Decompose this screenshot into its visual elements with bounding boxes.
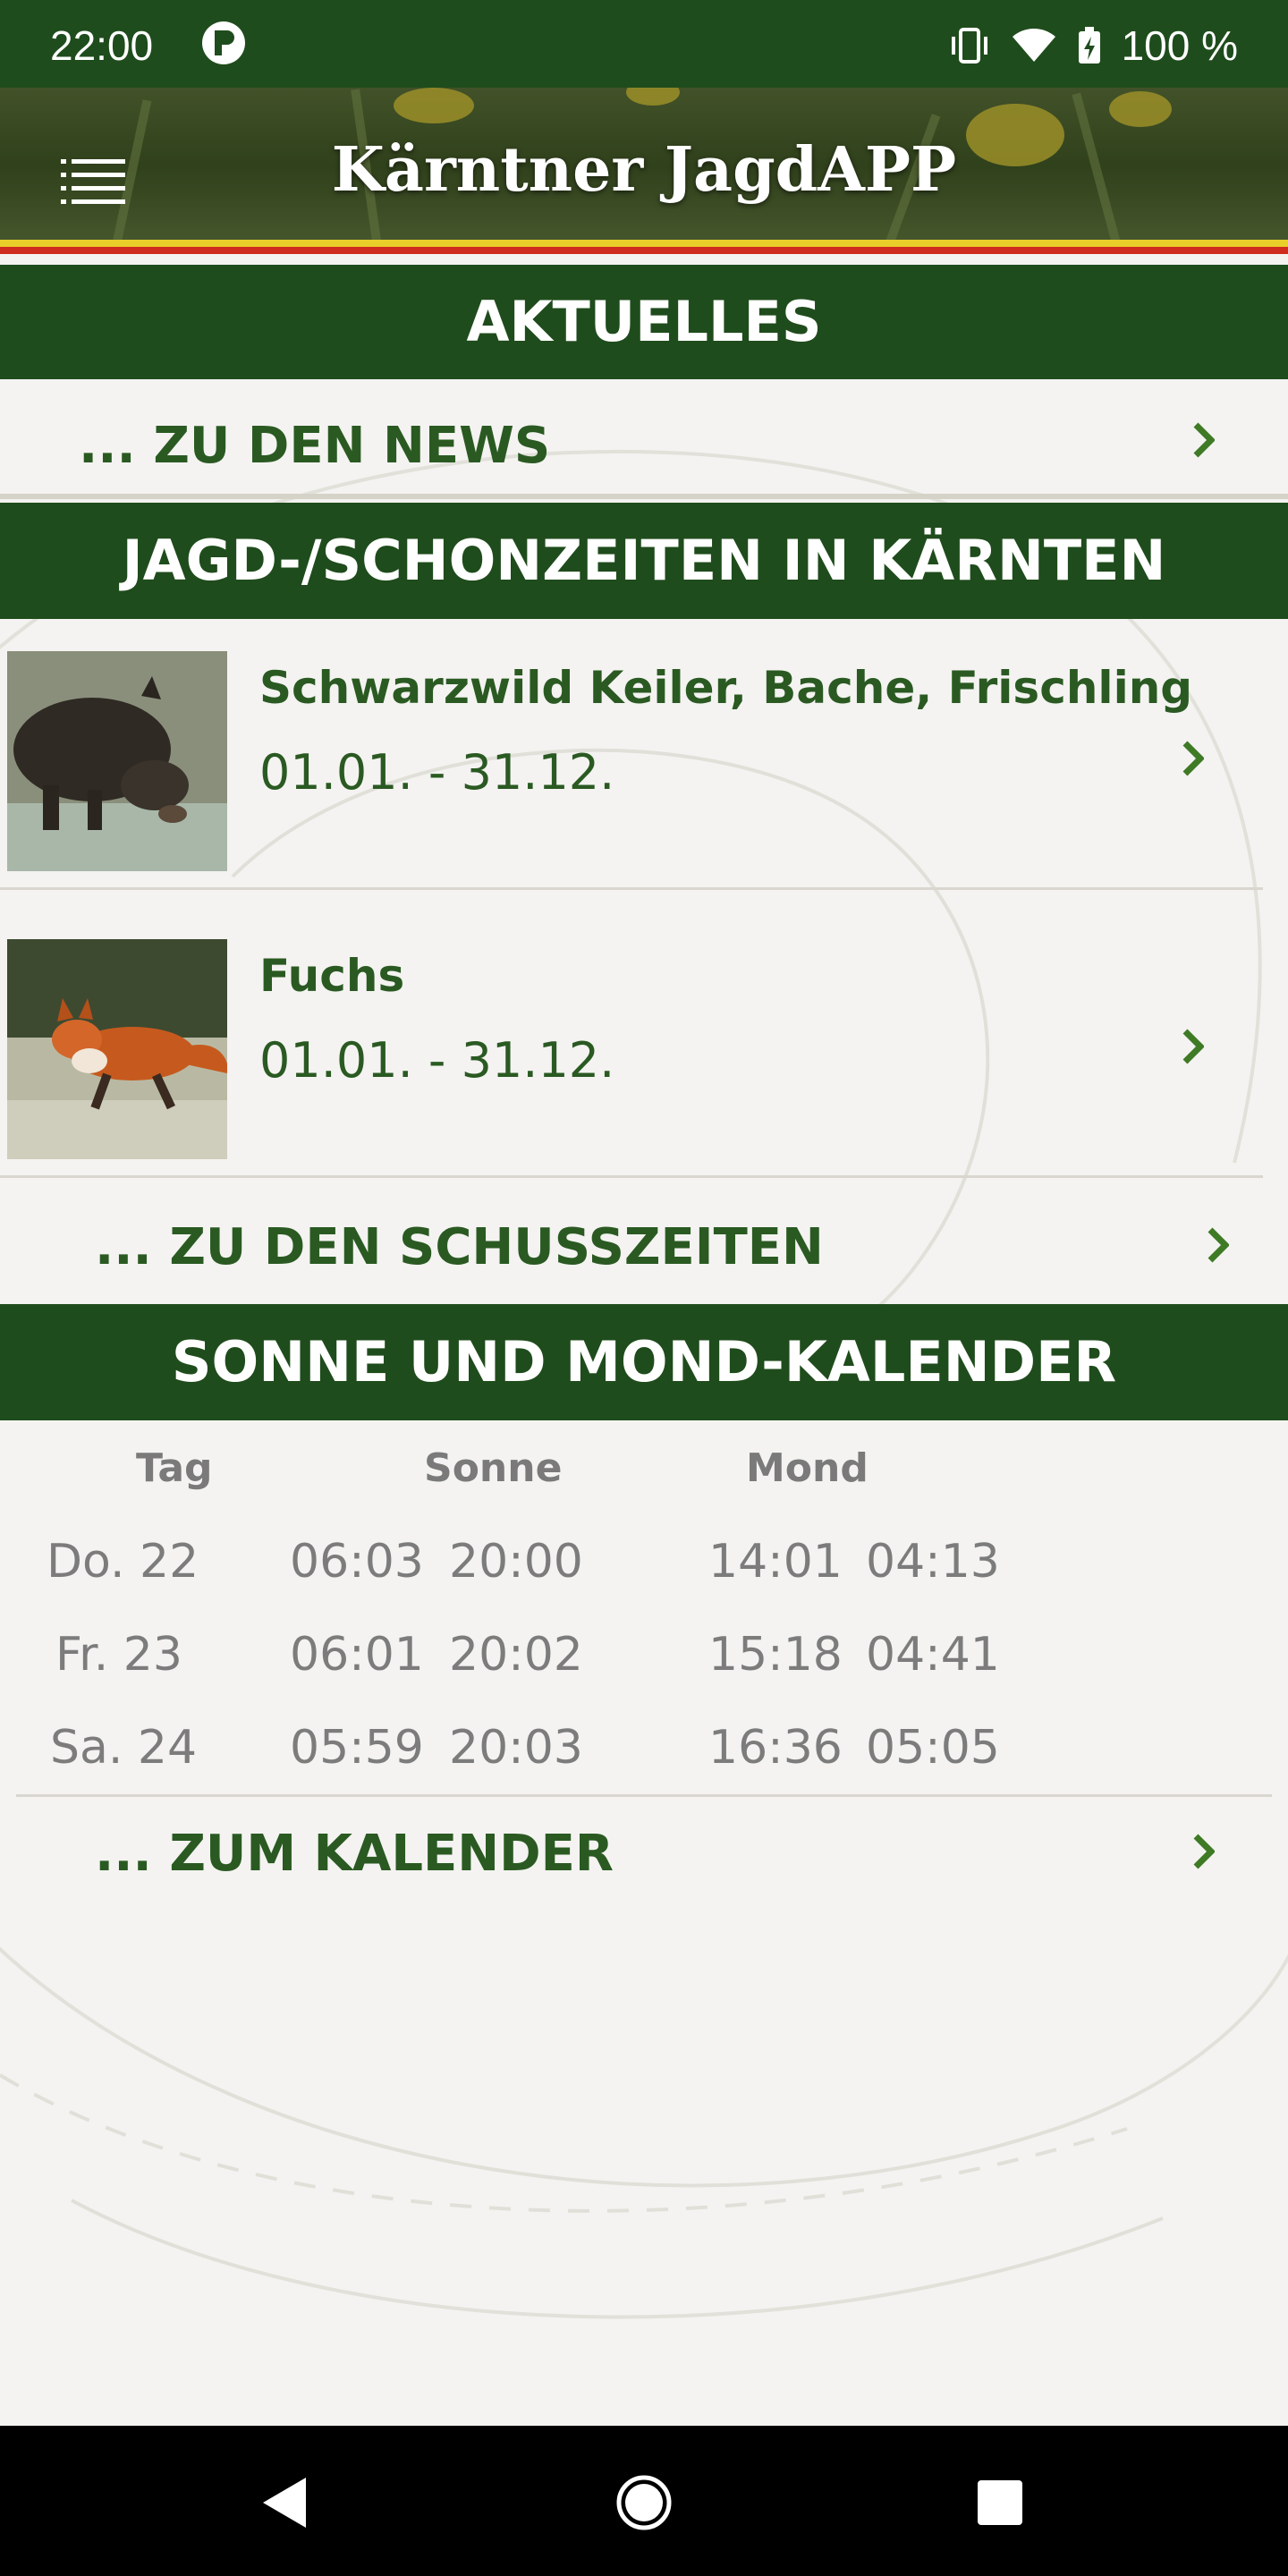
species-item-wildschwein[interactable]: Schwarzwild Keiler, Bache, Frischling 01…	[0, 619, 1288, 887]
flag-stripe-red	[0, 247, 1288, 254]
chevron-right-icon	[1193, 422, 1215, 458]
table-cell-moon-set: 04:41	[866, 1628, 1000, 1682]
section-kalender-title: SONNE UND MOND-KALENDER	[171, 1329, 1117, 1394]
species-item-fuchs[interactable]: Fuchs 01.01. - 31.12.	[0, 907, 1288, 1175]
home-icon[interactable]	[615, 2474, 673, 2531]
chevron-right-icon	[1208, 1227, 1229, 1263]
table-cell-tag: Do. 22	[47, 1535, 199, 1589]
fuchs-image	[7, 939, 227, 1159]
table-cell-moon-set: 05:05	[866, 1721, 1000, 1775]
battery-charging-icon	[1078, 27, 1100, 64]
table-cell-sun-rise: 06:03	[290, 1535, 424, 1589]
table-cell-moon-rise: 16:36	[708, 1721, 843, 1775]
divider	[0, 494, 1288, 499]
table-cell-sun-set: 20:03	[449, 1721, 583, 1775]
wildschwein-image	[7, 651, 227, 871]
recent-apps-icon[interactable]	[977, 2479, 1023, 2526]
flag-stripe-white	[0, 254, 1288, 261]
schusszeiten-link-label: ... ZU DEN SCHUSSZEITEN	[95, 1218, 824, 1276]
table-cell-moon-set: 04:13	[866, 1535, 1000, 1589]
table-cell-moon-rise: 14:01	[708, 1535, 843, 1589]
table-cell-tag: Sa. 24	[50, 1721, 198, 1775]
back-icon[interactable]	[259, 2476, 309, 2529]
divider	[16, 1794, 1272, 1797]
divider	[0, 887, 1263, 890]
table-cell-moon-rise: 15:18	[708, 1628, 843, 1682]
vibrate-icon	[951, 28, 987, 64]
app-title: Kärntner JagdAPP	[331, 134, 957, 206]
schusszeiten-link-row[interactable]: ... ZU DEN SCHUSSZEITEN	[0, 1199, 1288, 1297]
flag-stripe-yellow	[0, 240, 1288, 247]
news-link-label: ... ZU DEN NEWS	[79, 417, 551, 475]
wifi-icon	[1012, 29, 1055, 62]
table-cell-sun-rise: 05:59	[290, 1721, 424, 1775]
table-cell-sun-set: 20:02	[449, 1628, 583, 1682]
table-cell-sun-rise: 06:01	[290, 1628, 424, 1682]
status-time: 22:00	[50, 22, 154, 69]
kalender-link-row[interactable]: ... ZUM KALENDER	[0, 1801, 1288, 1909]
species-name: Fuchs	[259, 950, 405, 1002]
species-dates: 01.01. - 31.12.	[259, 744, 615, 801]
section-kalender-header: SONNE UND MOND-KALENDER	[0, 1304, 1288, 1420]
species-name: Schwarzwild Keiler, Bache, Frischling	[259, 662, 1193, 714]
status-bar: 22:00 100 %	[0, 0, 1288, 88]
chevron-right-icon	[1193, 1834, 1215, 1869]
divider	[0, 1175, 1263, 1178]
news-link-row[interactable]: ... ZU DEN NEWS	[0, 386, 1288, 492]
species-dates: 01.01. - 31.12.	[259, 1032, 615, 1089]
column-header-sonne: Sonne	[424, 1445, 563, 1491]
column-header-mond: Mond	[746, 1445, 869, 1491]
table-cell-sun-set: 20:00	[449, 1535, 583, 1589]
battery-percent: 100 %	[1121, 22, 1238, 69]
table-cell-tag: Fr. 23	[55, 1628, 182, 1682]
chevron-right-icon	[1182, 741, 1204, 776]
section-aktuelles-title: AKTUELLES	[466, 289, 822, 354]
section-jagdzeiten-header: JAGD-/SCHONZEITEN IN KÄRNTEN	[0, 503, 1288, 619]
column-header-tag: Tag	[136, 1445, 213, 1491]
section-jagdzeiten-title: JAGD-/SCHONZEITEN IN KÄRNTEN	[122, 528, 1166, 593]
kalender-link-label: ... ZUM KALENDER	[95, 1825, 614, 1883]
system-navigation-bar	[0, 2426, 1288, 2576]
app-header: Kärntner JagdAPP	[0, 88, 1288, 261]
chevron-right-icon	[1182, 1029, 1204, 1064]
section-aktuelles-header: AKTUELLES	[0, 265, 1288, 379]
app-notification-icon	[202, 21, 245, 64]
